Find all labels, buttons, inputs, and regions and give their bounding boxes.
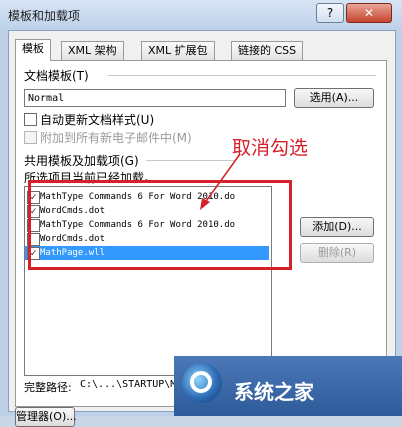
add-button[interactable]: 添加(D)... — [300, 217, 374, 237]
watermark-logo: 系统之家 — [174, 356, 402, 416]
organizer-button[interactable]: 管理器(O)... — [15, 407, 77, 427]
tab-xml-expansion[interactable]: XML 扩展包 — [141, 41, 215, 60]
document-template-heading: 文档模板(T) — [24, 69, 89, 83]
help-button[interactable]: ? — [316, 3, 344, 23]
auto-update-label: 自动更新文档样式(U) — [40, 113, 155, 127]
divider — [108, 75, 376, 76]
title-bar[interactable]: 模板和加载项 ? ✕ — [0, 0, 402, 28]
global-templates-heading: 共用模板及加载项(G) — [24, 154, 139, 168]
annotation-text: 取消勾选 — [232, 137, 309, 159]
logo-text: 系统之家 — [234, 380, 314, 404]
select-template-button[interactable]: 选用(A)... — [294, 88, 374, 108]
dialog-window: 模板和加载项 ? ✕ 模板 XML 架构 XML 扩展包 链接的 CSS 文档模… — [0, 0, 402, 427]
attach-email-label: 附加到所有新电子邮件中(M) — [40, 131, 192, 145]
annotation-highlight-box — [28, 180, 292, 270]
close-button[interactable]: ✕ — [346, 3, 392, 23]
window-title: 模板和加载项 — [8, 9, 81, 23]
tab-linked-css[interactable]: 链接的 CSS — [231, 41, 304, 60]
tab-xml-schema[interactable]: XML 架构 — [61, 41, 124, 60]
remove-button: 删除(R) — [300, 243, 374, 263]
logo-ring-icon — [190, 371, 212, 393]
auto-update-checkbox[interactable] — [24, 113, 37, 126]
full-path-label: 完整路径: — [24, 381, 72, 394]
template-path-field[interactable]: Normal — [24, 89, 286, 107]
tab-templates[interactable]: 模板 — [15, 39, 51, 61]
attach-email-checkbox — [24, 131, 37, 144]
